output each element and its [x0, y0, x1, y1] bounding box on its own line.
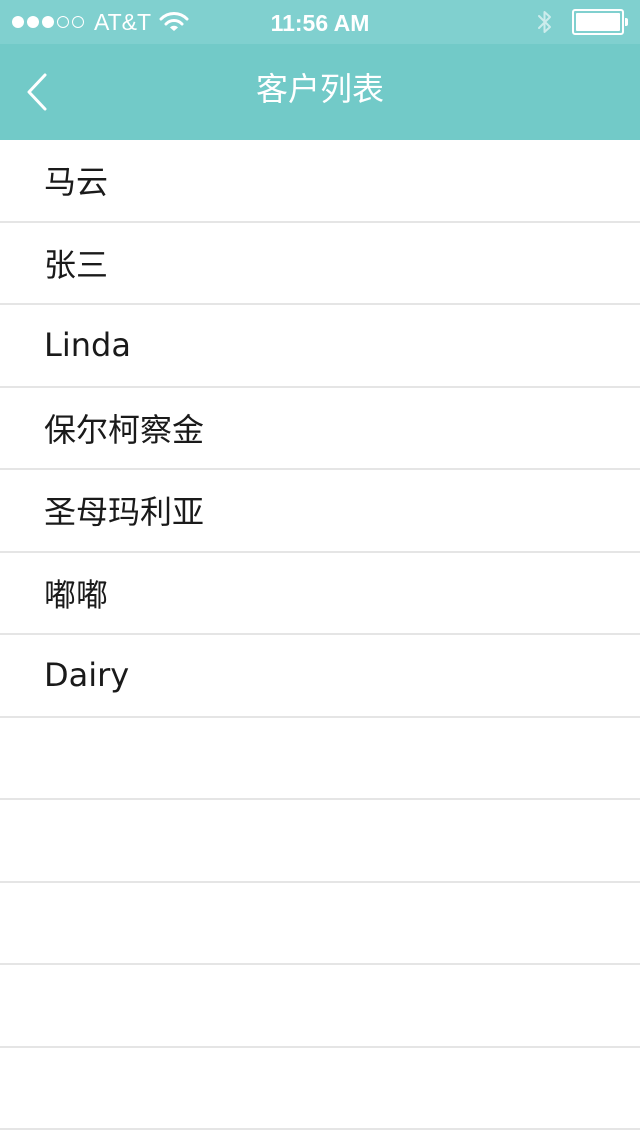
bluetooth-icon	[538, 11, 551, 33]
customer-row[interactable]: Linda	[0, 305, 640, 388]
empty-row	[0, 883, 640, 965]
battery-body	[572, 9, 624, 35]
customer-name: 张三	[44, 245, 109, 284]
customer-name: 圣母玛利亚	[44, 493, 205, 532]
customer-row[interactable]: 嘟嘟	[0, 553, 640, 635]
empty-row	[0, 800, 640, 883]
battery-fill	[576, 13, 620, 31]
navigation-bar: 客户列表	[0, 44, 640, 140]
customer-name: 马云	[44, 163, 109, 202]
customer-row[interactable]: 马云	[0, 140, 640, 223]
status-bar: AT&T 11:56 AM	[0, 0, 640, 44]
customer-row[interactable]: 保尔柯察金	[0, 388, 640, 470]
customer-list: 马云张三 Linda 保尔柯察金圣母玛利亚嘟嘟 Dairy	[0, 140, 640, 1130]
empty-row	[0, 965, 640, 1048]
status-right	[536, 0, 628, 44]
customer-name: Linda	[44, 326, 131, 365]
battery-tip	[625, 18, 628, 26]
customer-row[interactable]: 张三	[0, 223, 640, 305]
empty-row	[0, 718, 640, 800]
page-title: 客户列表	[255, 70, 384, 108]
customer-name: 保尔柯察金	[44, 410, 205, 449]
empty-row	[0, 1048, 640, 1130]
battery-icon	[572, 9, 628, 35]
customer-row[interactable]: Dairy	[0, 635, 640, 718]
customer-row[interactable]: 圣母玛利亚	[0, 470, 640, 553]
customer-name: 嘟嘟	[44, 575, 109, 614]
customer-name: Dairy	[44, 656, 130, 695]
